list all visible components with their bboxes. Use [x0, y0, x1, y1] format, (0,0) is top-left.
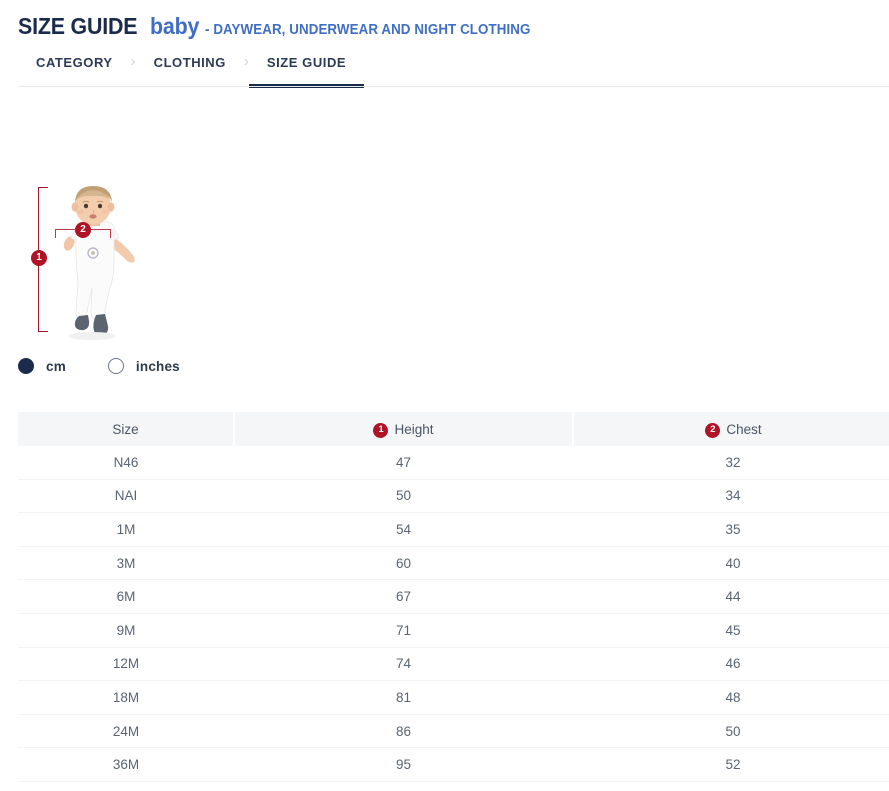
breadcrumb-item-clothing[interactable]: CLOTHING — [136, 52, 244, 88]
table-header: Size 1 Height 2 Chest — [18, 412, 889, 446]
measurement-figure: 1 2 — [0, 184, 889, 354]
height-column-badge: 1 — [373, 423, 388, 438]
column-header-height-label: Height — [394, 423, 433, 437]
breadcrumb: CATEGORY › CLOTHING › SIZE GUIDE — [0, 52, 889, 88]
column-header-size-label: Size — [112, 423, 138, 437]
size-guide-table: Size 1 Height 2 Chest N464732NAI50341M54… — [18, 412, 889, 782]
page-title-subtitle: - DAYWEAR, UNDERWEAR AND NIGHT CLOTHING — [205, 22, 530, 38]
cell-chest: 40 — [573, 546, 889, 580]
cell-height: 86 — [234, 714, 573, 748]
unit-label-inches: inches — [136, 359, 180, 374]
table-row: 18M8148 — [18, 681, 889, 715]
table-header-row: Size 1 Height 2 Chest — [18, 412, 889, 446]
height-measure-cap-bottom — [38, 331, 48, 332]
cell-size: 36M — [18, 748, 234, 782]
radio-inches-icon[interactable] — [108, 358, 124, 374]
height-measure-cap-top — [38, 187, 48, 188]
chest-column-badge: 2 — [705, 423, 720, 438]
cell-height: 95 — [234, 748, 573, 782]
baby-illustration-icon — [52, 184, 140, 344]
column-header-chest: 2 Chest — [573, 412, 889, 446]
breadcrumb-item-category[interactable]: CATEGORY — [18, 52, 131, 88]
breadcrumb-item-size-guide[interactable]: SIZE GUIDE — [249, 52, 364, 88]
table-row: N464732 — [18, 446, 889, 479]
table-row: 36M9552 — [18, 748, 889, 782]
cell-height: 74 — [234, 647, 573, 681]
cell-size: N46 — [18, 446, 234, 479]
cell-chest: 35 — [573, 513, 889, 547]
table-row: 1M5435 — [18, 513, 889, 547]
cell-chest: 50 — [573, 714, 889, 748]
page-title-main: SIZE GUIDE — [18, 13, 137, 40]
breadcrumb-divider — [18, 86, 889, 87]
cell-chest: 44 — [573, 580, 889, 614]
column-header-chest-label: Chest — [726, 423, 761, 437]
cell-size: 6M — [18, 580, 234, 614]
page-title: SIZE GUIDE baby - DAYWEAR, UNDERWEAR AND… — [18, 13, 889, 40]
table-row: NAI5034 — [18, 479, 889, 513]
chest-marker-badge: 2 — [75, 222, 91, 238]
cell-size: 9M — [18, 613, 234, 647]
unit-label-cm: cm — [46, 359, 66, 374]
unit-selector: cm inches — [18, 358, 180, 374]
cell-height: 67 — [234, 580, 573, 614]
breadcrumb-list: CATEGORY › CLOTHING › SIZE GUIDE — [0, 52, 889, 88]
cell-height: 50 — [234, 479, 573, 513]
column-header-height: 1 Height — [234, 412, 573, 446]
cell-size: 1M — [18, 513, 234, 547]
page-title-accent: baby — [150, 13, 199, 40]
radio-cm-icon[interactable] — [18, 358, 34, 374]
height-marker-badge: 1 — [31, 250, 47, 266]
table-row: 24M8650 — [18, 714, 889, 748]
table-row: 3M6040 — [18, 546, 889, 580]
cell-height: 60 — [234, 546, 573, 580]
table-row: 12M7446 — [18, 647, 889, 681]
unit-option-cm[interactable]: cm — [18, 358, 66, 374]
cell-chest: 32 — [573, 446, 889, 479]
cell-height: 54 — [234, 513, 573, 547]
cell-chest: 45 — [573, 613, 889, 647]
cell-height: 47 — [234, 446, 573, 479]
cell-size: 24M — [18, 714, 234, 748]
cell-size: 18M — [18, 681, 234, 715]
cell-chest: 52 — [573, 748, 889, 782]
cell-size: NAI — [18, 479, 234, 513]
table-row: 6M6744 — [18, 580, 889, 614]
column-header-size: Size — [18, 412, 234, 446]
unit-option-inches[interactable]: inches — [108, 358, 180, 374]
cell-chest: 46 — [573, 647, 889, 681]
baby-figure-wrapper: 1 2 — [30, 184, 140, 349]
table-body: N464732NAI50341M54353M60406M67449M714512… — [18, 446, 889, 781]
cell-size: 3M — [18, 546, 234, 580]
cell-height: 81 — [234, 681, 573, 715]
cell-chest: 48 — [573, 681, 889, 715]
cell-chest: 34 — [573, 479, 889, 513]
table-row: 9M7145 — [18, 613, 889, 647]
cell-height: 71 — [234, 613, 573, 647]
page-header: SIZE GUIDE baby - DAYWEAR, UNDERWEAR AND… — [0, 0, 889, 40]
cell-size: 12M — [18, 647, 234, 681]
